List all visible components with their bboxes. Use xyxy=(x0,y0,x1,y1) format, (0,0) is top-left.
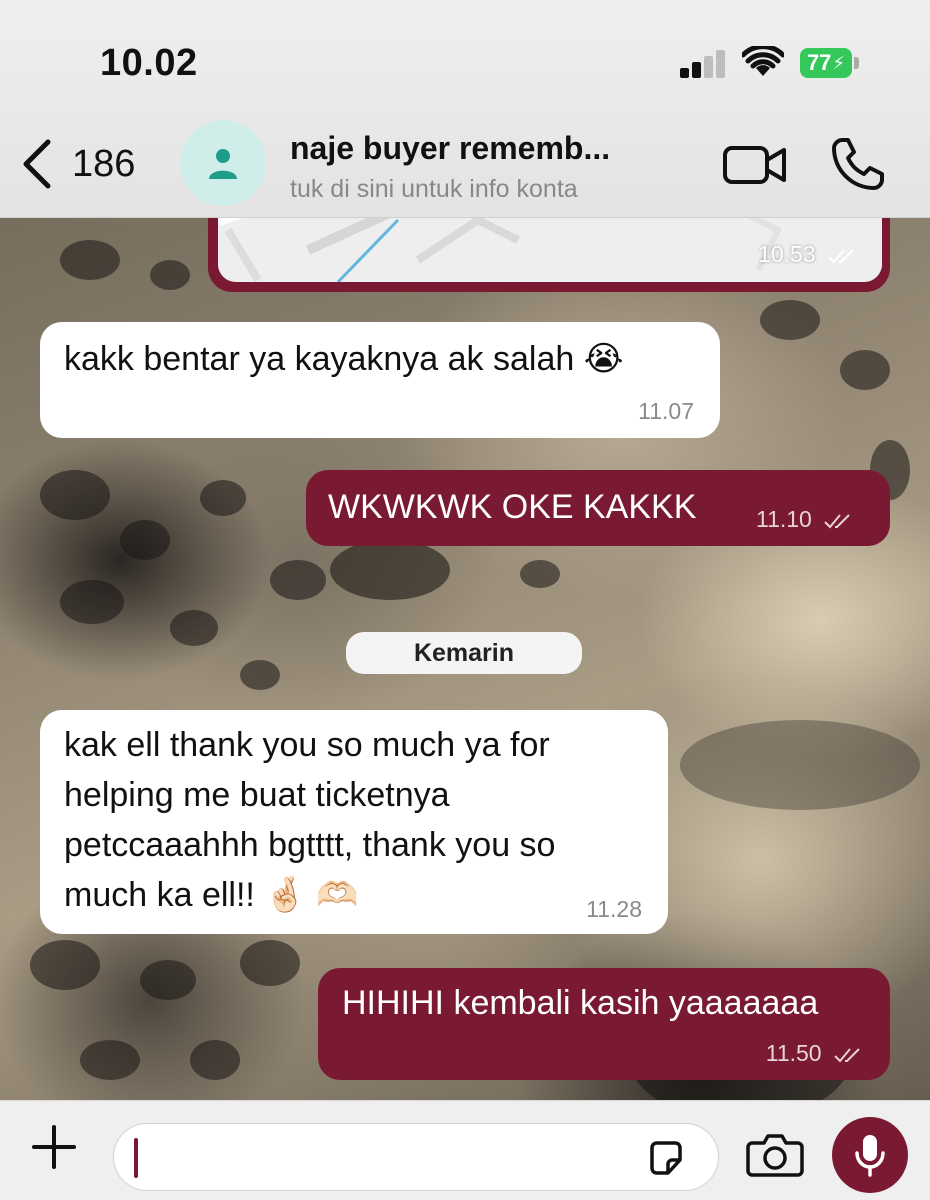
chat-header: 10.02 77 ⚡ 186 naje buyer rememb... tuk … xyxy=(0,0,930,218)
text-caret xyxy=(134,1138,138,1178)
status-time: 10.02 xyxy=(100,42,198,84)
incoming-message[interactable]: kak ell thank you so much ya for helping… xyxy=(40,710,668,934)
battery-indicator: 77 ⚡ xyxy=(800,48,852,78)
back-button[interactable]: 186 xyxy=(18,138,135,190)
contact-info[interactable]: naje buyer rememb... tuk di sini untuk i… xyxy=(290,130,690,204)
message-text: kak ell thank you so much ya for helping… xyxy=(64,720,555,920)
double-check-icon xyxy=(828,249,854,264)
contact-avatar[interactable] xyxy=(180,120,266,206)
message-time-text: 10.53 xyxy=(758,241,816,267)
message-input[interactable] xyxy=(113,1123,719,1191)
message-line: petccaaahhh bgtttt, thank you so xyxy=(64,826,556,864)
message-text: WKWKWK OKE KAKKK xyxy=(328,488,697,526)
unread-chat-count: 186 xyxy=(72,142,136,185)
microphone-button[interactable] xyxy=(832,1117,908,1193)
message-time: 11.50 xyxy=(766,1040,864,1067)
message-time: 11.28 xyxy=(586,896,642,922)
battery-level: 77 xyxy=(806,50,832,75)
video-camera-icon[interactable] xyxy=(722,140,788,190)
message-line: kak ell thank you so much ya for xyxy=(64,726,550,764)
battery-tip xyxy=(854,57,859,69)
incoming-message[interactable]: kakk bentar ya kayaknya ak salah 😭 11.07 xyxy=(40,322,720,438)
message-text: HIHIHI kembali kasih yaaaaaaa xyxy=(342,984,819,1022)
contact-subtitle: tuk di sini untuk info konta xyxy=(290,175,578,203)
message-time: 11.07 xyxy=(638,398,694,424)
message-composer xyxy=(0,1100,930,1200)
double-check-icon xyxy=(834,1048,860,1063)
double-check-icon xyxy=(824,514,850,529)
message-time-text: 11.50 xyxy=(765,1040,822,1066)
outgoing-message[interactable]: WKWKWK OKE KAKKK 11.10 xyxy=(306,470,890,546)
message-line: helping me buat ticketnya xyxy=(64,776,450,814)
message-text: kakk bentar ya kayaknya ak salah 😭 xyxy=(64,340,624,378)
phone-icon[interactable] xyxy=(828,134,888,194)
charging-bolt-icon: ⚡ xyxy=(832,52,846,73)
outgoing-message[interactable]: HIHIHI kembali kasih yaaaaaaa 11.50 xyxy=(318,968,890,1080)
plus-icon[interactable] xyxy=(28,1121,80,1173)
message-time-1: 10.53 xyxy=(758,241,858,268)
microphone-icon xyxy=(855,1135,885,1177)
wifi-icon xyxy=(742,46,784,76)
cellular-signal-icon xyxy=(680,50,730,78)
message-time-text: 11.10 xyxy=(756,506,812,532)
message-line: much ka ell!! 🤞🏻 🫶🏻 xyxy=(64,876,359,914)
person-icon xyxy=(209,149,237,179)
message-time: 11.10 xyxy=(756,506,854,533)
chevron-left-icon xyxy=(23,139,51,189)
contact-name: naje buyer rememb... xyxy=(290,130,611,166)
camera-icon[interactable] xyxy=(746,1131,804,1177)
sticker-icon[interactable] xyxy=(646,1138,686,1178)
date-separator: Kemarin xyxy=(346,632,582,674)
